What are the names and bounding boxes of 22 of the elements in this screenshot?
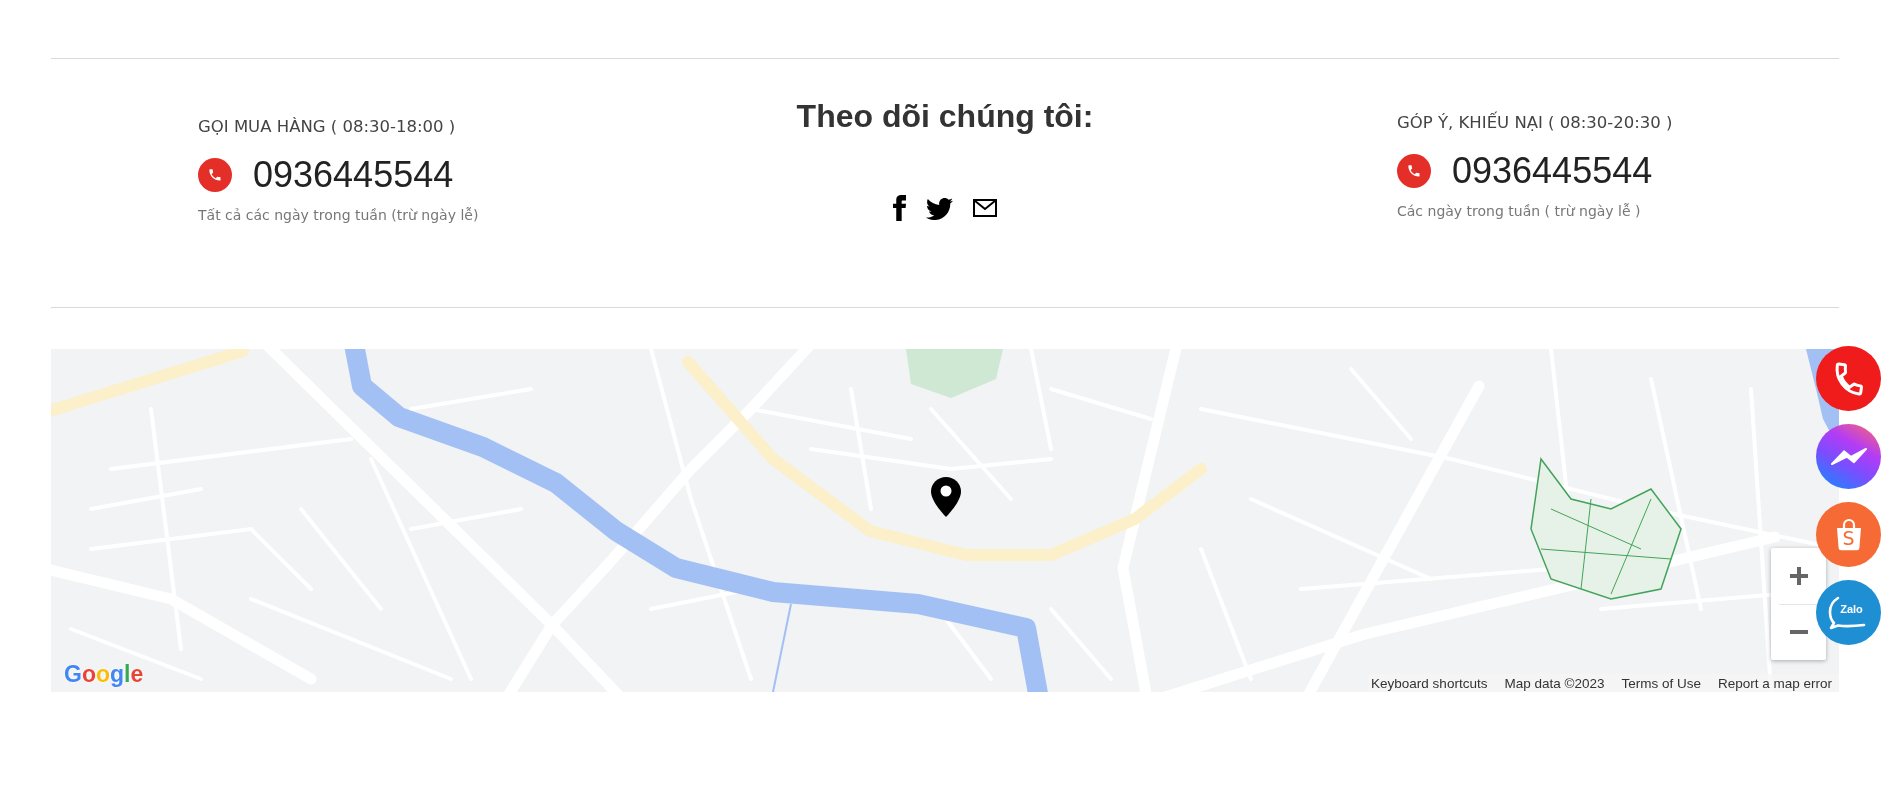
report-map-error-link[interactable]: Report a map error: [1717, 674, 1832, 692]
phone-icon: [1397, 154, 1431, 188]
mail-icon[interactable]: [973, 199, 997, 217]
twitter-icon[interactable]: [926, 196, 953, 220]
phone-number-link[interactable]: 0936445544: [1452, 151, 1653, 191]
phone-icon: [198, 158, 232, 192]
terms-of-use-link[interactable]: Terms of Use: [1621, 674, 1701, 692]
minus-icon[interactable]: [1789, 630, 1808, 635]
google-logo: Google: [64, 662, 144, 686]
keyboard-shortcuts-link[interactable]: Keyboard shortcuts: [1371, 674, 1488, 692]
map-data-text: Map data ©2023: [1504, 674, 1605, 692]
plus-icon[interactable]: [1789, 566, 1808, 585]
follow-heading: Theo dõi chúng tôi:: [796, 97, 1094, 135]
call-button[interactable]: [1816, 346, 1881, 411]
hours-label: GỌI MUA HÀNG ( 08:30-18:00 ): [198, 117, 456, 137]
phone-number-link[interactable]: 0936445544: [253, 155, 454, 195]
lightning-bolt-icon: [1830, 446, 1867, 467]
hours-label: GÓP Ý, KHIẾU NẠI ( 08:30-20:30 ): [1397, 113, 1673, 133]
days-note: Tất cả các ngày trong tuần (trừ ngày lễ): [198, 206, 479, 224]
map-pin-icon: [931, 477, 961, 517]
facebook-icon[interactable]: [893, 195, 906, 221]
days-note: Các ngày trong tuần ( trừ ngày lễ ): [1397, 202, 1641, 220]
